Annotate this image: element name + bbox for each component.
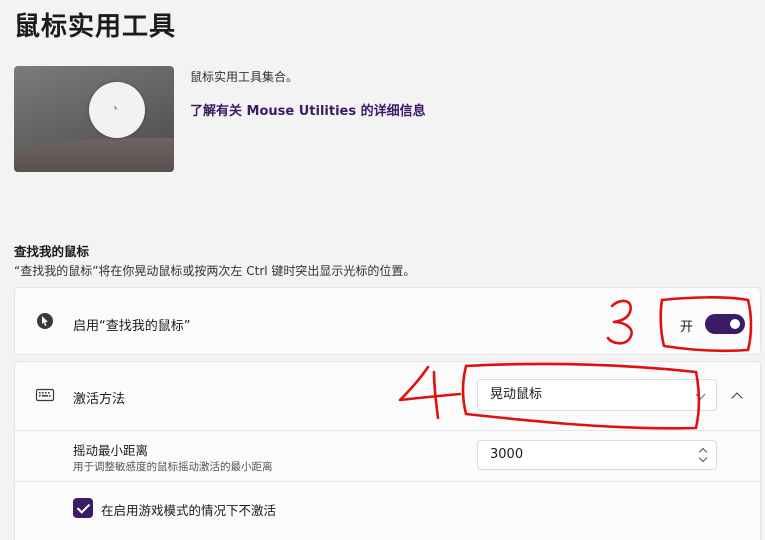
page-title: 鼠标实用工具 (14, 12, 177, 42)
min-distance-description: 用于调整敏感度的鼠标摇动激活的最小距离 (73, 461, 273, 473)
enable-label: 启用“查找我的鼠标” (73, 319, 191, 334)
game-mode-checkbox[interactable] (73, 498, 93, 518)
find-mouse-icon (37, 313, 53, 329)
enable-card: 启用“查找我的鼠标” 开 (14, 287, 761, 355)
min-distance-value: 3000 (490, 447, 524, 462)
checkmark-icon (76, 500, 91, 514)
min-distance-input[interactable]: 3000 (477, 440, 717, 470)
keyboard-icon (35, 388, 55, 402)
collapse-chevron-up-icon[interactable] (727, 389, 747, 403)
chevron-down-icon (695, 389, 706, 400)
cursor-icon (114, 105, 118, 111)
toggle-knob (730, 319, 740, 329)
hero-image (14, 66, 174, 172)
activation-card: 激活方法 晃动鼠标 摇动最小距离 用于调整敏感度的鼠标摇动激活的最小距离 300… (14, 361, 761, 540)
learn-more-link[interactable]: 了解有关 Mouse Utilities 的详细信息 (190, 100, 426, 119)
spin-down-icon[interactable] (698, 453, 708, 463)
enable-toggle[interactable] (705, 314, 745, 334)
min-distance-label: 摇动最小距离 (73, 443, 149, 458)
section-title: 查找我的鼠标 (14, 244, 90, 259)
divider (15, 481, 760, 482)
activation-method-value: 晃动鼠标 (490, 387, 543, 402)
section-description: “查找我的鼠标”将在你晃动鼠标或按两次左 Ctrl 键时突出显示光标的位置。 (14, 264, 416, 278)
hero-description: 鼠标实用工具集合。 (190, 70, 299, 84)
spotlight-circle (89, 82, 145, 138)
game-mode-label: 在启用游戏模式的情况下不激活 (101, 503, 277, 518)
divider (15, 430, 760, 431)
hero-floor (14, 138, 174, 172)
activation-label: 激活方法 (73, 392, 126, 407)
activation-method-select[interactable]: 晃动鼠标 (477, 379, 717, 411)
toggle-state-text: 开 (680, 320, 694, 335)
